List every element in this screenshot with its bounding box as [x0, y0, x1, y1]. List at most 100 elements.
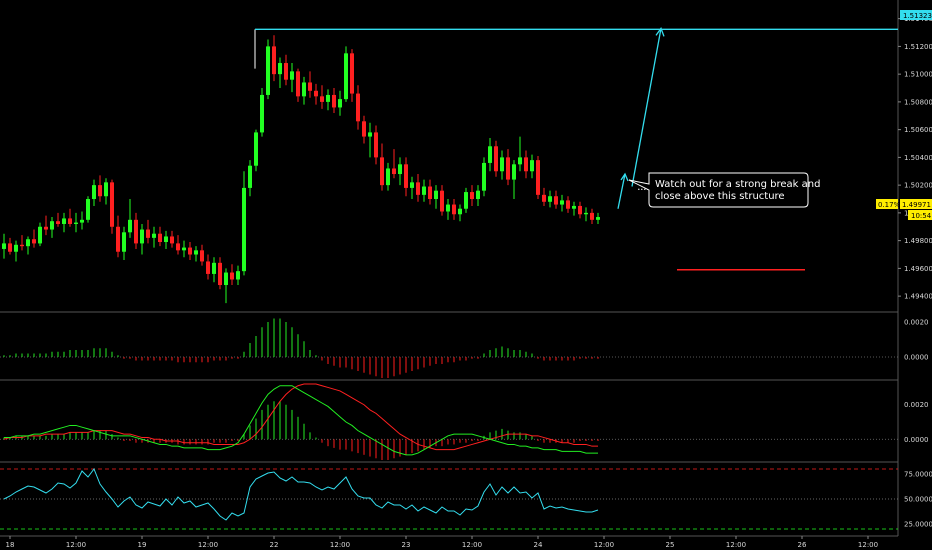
candle[interactable] [392, 168, 396, 175]
candle[interactable] [524, 157, 528, 172]
candle[interactable] [512, 164, 516, 180]
candle[interactable] [236, 271, 240, 280]
candle[interactable] [26, 239, 30, 247]
candle[interactable] [116, 226, 120, 252]
candle[interactable] [482, 162, 486, 191]
candle[interactable] [554, 196, 558, 205]
candle[interactable] [452, 204, 456, 215]
trading-chart[interactable]: 1.514001.512001.510001.508001.506001.504… [0, 0, 932, 550]
candle[interactable] [248, 165, 252, 188]
price-panel[interactable] [2, 26, 898, 304]
candle[interactable] [2, 243, 6, 249]
candle[interactable] [560, 200, 564, 205]
candle[interactable] [134, 219, 138, 244]
candle[interactable] [14, 244, 18, 252]
candle[interactable] [56, 221, 60, 224]
candle[interactable] [194, 250, 198, 255]
candle[interactable] [314, 90, 318, 97]
candle[interactable] [98, 185, 102, 197]
candle[interactable] [536, 160, 540, 195]
candle[interactable] [302, 82, 306, 97]
candle[interactable] [86, 199, 90, 220]
candle[interactable] [578, 205, 582, 215]
candle[interactable] [398, 164, 402, 175]
candle[interactable] [422, 186, 426, 195]
candle[interactable] [104, 182, 108, 197]
candle[interactable] [380, 157, 384, 186]
candle[interactable] [176, 243, 180, 251]
candle[interactable] [158, 233, 162, 243]
candle[interactable] [458, 208, 462, 215]
candle[interactable] [152, 233, 156, 238]
macd-panel[interactable] [0, 383, 898, 460]
candle[interactable] [374, 132, 378, 158]
candle[interactable] [32, 239, 36, 244]
candle[interactable] [530, 160, 534, 172]
candle[interactable] [542, 194, 546, 202]
candle[interactable] [410, 182, 414, 188]
candle[interactable] [350, 53, 354, 94]
candle[interactable] [590, 212, 594, 220]
candle[interactable] [266, 46, 270, 95]
rsi-panel[interactable] [0, 467, 898, 530]
candle[interactable] [320, 96, 324, 102]
candle[interactable] [338, 99, 342, 108]
candle[interactable] [548, 196, 552, 202]
candle[interactable] [428, 186, 432, 200]
candle[interactable] [494, 146, 498, 172]
candle[interactable] [518, 157, 522, 165]
candle[interactable] [224, 272, 228, 286]
candle[interactable] [332, 94, 336, 108]
candle[interactable] [254, 132, 258, 166]
candle[interactable] [140, 229, 144, 244]
candle[interactable] [242, 187, 246, 272]
candle[interactable] [416, 182, 420, 195]
candle[interactable] [218, 262, 222, 286]
candle[interactable] [308, 82, 312, 91]
candle[interactable] [122, 232, 126, 252]
candle[interactable] [344, 53, 348, 100]
candle[interactable] [500, 157, 504, 172]
candle[interactable] [20, 244, 24, 247]
annotation-callout[interactable]: Watch out for a strong break and close a… [628, 172, 820, 208]
candle[interactable] [68, 218, 72, 224]
candle[interactable] [206, 261, 210, 274]
candle[interactable] [8, 243, 12, 252]
candle[interactable] [182, 247, 186, 251]
candle[interactable] [584, 212, 588, 215]
candle[interactable] [440, 190, 444, 212]
candle[interactable] [74, 222, 78, 224]
candle[interactable] [296, 71, 300, 97]
candle[interactable] [110, 182, 114, 227]
candle[interactable] [44, 226, 48, 230]
candle[interactable] [362, 121, 366, 137]
candle[interactable] [230, 272, 234, 280]
candle[interactable] [446, 204, 450, 212]
candle[interactable] [470, 192, 474, 200]
candle[interactable] [464, 192, 468, 209]
candle[interactable] [356, 93, 360, 122]
candle[interactable] [386, 168, 390, 186]
candle[interactable] [284, 63, 288, 80]
histogram-panel[interactable] [0, 318, 898, 379]
candle[interactable] [128, 219, 132, 233]
candle[interactable] [572, 205, 576, 209]
candle[interactable] [368, 132, 372, 137]
candle[interactable] [188, 247, 192, 255]
candle[interactable] [476, 190, 480, 200]
candle[interactable] [278, 63, 282, 75]
candle[interactable] [50, 221, 54, 230]
candle[interactable] [434, 190, 438, 200]
candle[interactable] [164, 236, 168, 243]
candle[interactable] [596, 217, 600, 220]
candle[interactable] [506, 157, 510, 180]
candle[interactable] [170, 236, 174, 244]
candle[interactable] [92, 185, 96, 200]
candle[interactable] [326, 94, 330, 102]
candle[interactable] [38, 226, 42, 244]
candle[interactable] [290, 71, 294, 80]
candle[interactable] [488, 146, 492, 163]
candle[interactable] [404, 164, 408, 188]
candle[interactable] [566, 200, 570, 209]
candle[interactable] [272, 46, 276, 75]
